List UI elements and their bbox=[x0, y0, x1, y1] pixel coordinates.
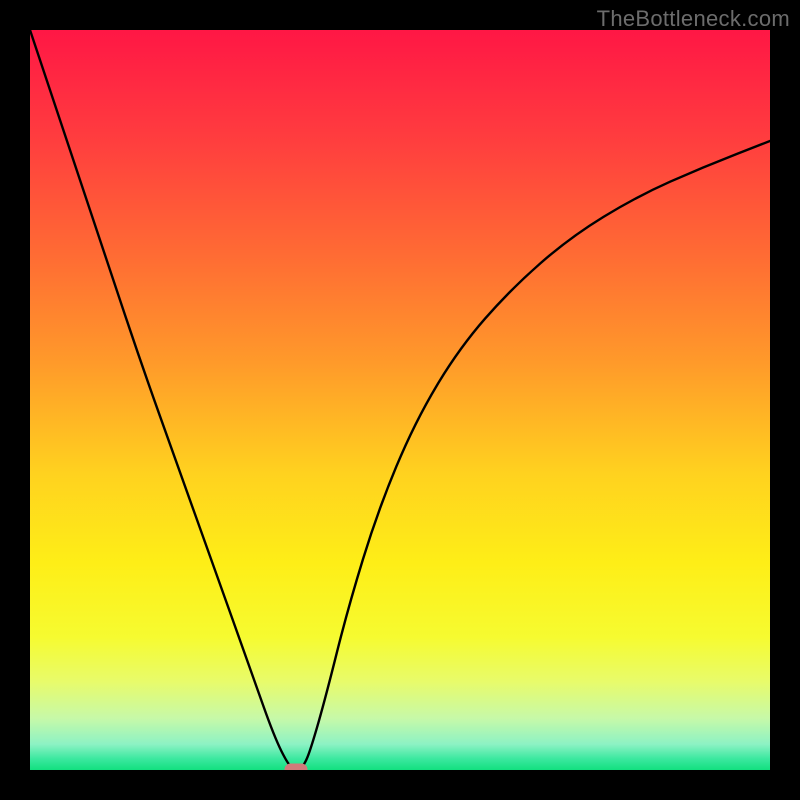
watermark-text: TheBottleneck.com bbox=[597, 6, 790, 32]
bottleneck-curve bbox=[30, 30, 770, 769]
plot-area bbox=[30, 30, 770, 770]
curve-svg bbox=[30, 30, 770, 770]
optimal-point-marker bbox=[285, 764, 308, 771]
